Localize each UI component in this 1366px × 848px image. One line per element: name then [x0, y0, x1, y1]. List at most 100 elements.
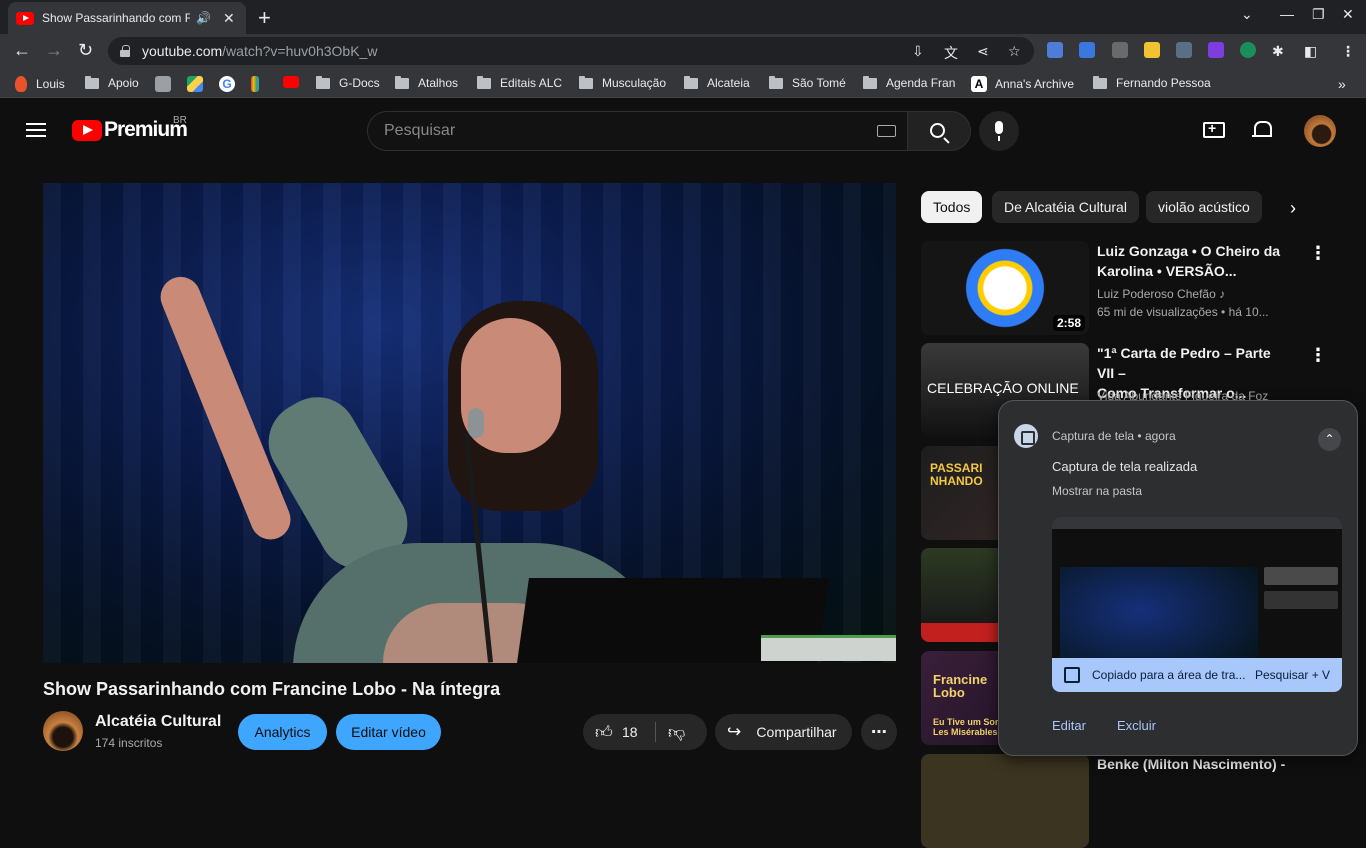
create-video-icon[interactable] [1203, 120, 1225, 138]
address-bar[interactable]: youtube.com/watch?v=huv0h3ObK_w [108, 37, 1034, 65]
close-tab-icon[interactable]: ✕ [223, 10, 235, 27]
preview-rec [1264, 567, 1338, 585]
copied-to-clipboard-banner[interactable]: Copiado para a área de tra... Pesquisar … [1052, 658, 1342, 692]
rec-title-line: Karolina • VERSÃO... [1097, 263, 1237, 279]
show-in-folder-link[interactable]: Mostrar na pasta [1052, 484, 1142, 498]
folder-icon [85, 75, 99, 89]
edit-video-button[interactable]: Editar vídeo [336, 714, 441, 750]
bookmark-sao-tome[interactable]: São Tomé [769, 75, 846, 90]
extension-purple-icon[interactable] [1208, 42, 1224, 58]
channel-avatar[interactable] [43, 711, 83, 751]
voice-search-button[interactable] [979, 111, 1019, 151]
back-button[interactable]: ← [13, 40, 31, 61]
bookmark-app-2[interactable] [251, 76, 259, 92]
minimize-button[interactable]: — [1280, 6, 1294, 22]
rec-channel[interactable]: Luiz Poderoso Chefão ♪ [1097, 287, 1225, 301]
collapse-notification-icon[interactable]: ⌃ [1318, 428, 1341, 451]
bookmark-editais[interactable]: Editais ALC [477, 75, 562, 90]
bookmark-musculacao[interactable]: Musculação [579, 75, 666, 90]
bookmark-atalhos[interactable]: Atalhos [395, 75, 459, 90]
bookmark-annas-archive[interactable]: A Anna's Archive [971, 76, 1074, 92]
google-icon: G [219, 76, 235, 92]
bookmark-google[interactable]: G [219, 76, 235, 92]
side-panel-icon[interactable]: ◧ [1304, 43, 1317, 60]
bookmark-site-icon [155, 76, 171, 92]
share-icon[interactable]: ⋖ [977, 43, 989, 60]
search-button[interactable] [907, 111, 971, 151]
bookmark-louis[interactable]: Louis [15, 76, 65, 92]
music-note-icon: ♪ [1219, 287, 1226, 301]
close-window-button[interactable]: ✕ [1342, 6, 1354, 23]
channel-name[interactable]: Alcatéia Cultural [95, 713, 221, 731]
notification-time: agora [1144, 429, 1176, 443]
video-player[interactable] [43, 183, 896, 663]
chevron-right-icon[interactable]: › [1290, 198, 1296, 219]
bookmark-label: Atalhos [418, 76, 459, 90]
bookmark-drive[interactable] [187, 76, 203, 92]
region-code: BR [173, 115, 187, 126]
rec-title[interactable]: Luiz Gonzaga • O Cheiro da Karolina • VER… [1097, 241, 1287, 281]
tab-search-icon[interactable]: ⌄ [1241, 6, 1253, 23]
bookmark-alcateia[interactable]: Alcateia [684, 75, 750, 90]
bookmark-label: Agenda Fran [886, 76, 956, 90]
bookmark-fernando-pessoa[interactable]: Fernando Pessoa [1093, 75, 1211, 90]
folder-icon [395, 75, 409, 89]
forward-button[interactable]: → [45, 40, 63, 61]
restore-button[interactable]: ❐ [1312, 6, 1325, 23]
rec-channel-name: Luiz Poderoso Chefão [1097, 287, 1216, 301]
rec-menu-icon[interactable]: ⋮ [1309, 243, 1327, 264]
banner-text: Copiado para a área de tra... [1092, 668, 1246, 682]
browser-tab[interactable]: Show Passarinhando com F 🔊 ✕ [8, 2, 246, 34]
extension-screen-icon[interactable] [1047, 42, 1063, 58]
bookmark-apoio[interactable]: Apoio [85, 75, 139, 90]
chip-violao-acustico[interactable]: violão acústico [1146, 191, 1262, 223]
youtube-logo-icon[interactable] [72, 120, 102, 141]
reload-button[interactable]: ↻ [78, 40, 93, 61]
share-arrow-icon: ↪ [727, 722, 742, 741]
browser-menu-icon[interactable]: ⋮ [1341, 43, 1355, 60]
notification-app-line: Captura de tela • agora [1052, 429, 1176, 443]
chip-alcateia-cultural[interactable]: De Alcatéia Cultural [992, 191, 1139, 223]
folder-icon [684, 75, 698, 89]
tab-title: Show Passarinhando com F [42, 11, 190, 25]
microphone [468, 408, 484, 438]
rec-menu-icon[interactable]: ⋮ [1309, 345, 1327, 366]
account-avatar[interactable] [1304, 115, 1336, 147]
more-actions-button[interactable]: ⋯ [861, 714, 897, 750]
notifications-bell-icon[interactable] [1252, 121, 1272, 139]
rec-thumbnail[interactable]: 2:58 [921, 241, 1089, 335]
keyboard-icon[interactable] [877, 125, 896, 137]
new-tab-button[interactable]: + [258, 5, 271, 31]
extension-text-icon[interactable] [1112, 42, 1128, 58]
speaker-icon[interactable]: 🔊 [196, 11, 211, 25]
extension-blue-icon[interactable] [1079, 42, 1095, 58]
bookmark-star-icon[interactable]: ☆ [1008, 43, 1021, 60]
search-input[interactable]: Pesquisar [367, 111, 908, 151]
lock-icon[interactable] [120, 45, 130, 57]
bookmark-app-1[interactable] [155, 76, 171, 92]
analytics-button[interactable]: Analytics [238, 714, 327, 750]
bookmark-gdocs[interactable]: G-Docs [316, 75, 380, 90]
youtube-favicon-icon [16, 11, 34, 25]
bookmark-agenda-fran[interactable]: Agenda Fran [863, 75, 956, 90]
chip-todos[interactable]: Todos [921, 191, 983, 223]
extension-green-icon[interactable] [1240, 42, 1256, 58]
delete-screenshot-button[interactable]: Excluir [1117, 718, 1156, 733]
menu-icon[interactable] [26, 123, 46, 137]
bookmark-youtube[interactable] [283, 76, 299, 88]
extensions-puzzle-icon[interactable]: ✱ [1272, 43, 1284, 60]
edit-screenshot-button[interactable]: Editar [1052, 718, 1086, 733]
translate-icon[interactable]: 文 [944, 43, 958, 63]
clipboard-icon [1064, 667, 1080, 683]
banner-shortcut[interactable]: Pesquisar + V [1255, 668, 1330, 682]
thumb-text: CELEBRAÇÃO ONLINE [927, 380, 1079, 396]
dislike-icon[interactable]: 👎︎ [668, 722, 685, 743]
rec-thumbnail[interactable] [921, 754, 1089, 848]
rec-title[interactable]: Benke (Milton Nascimento) - [1097, 754, 1287, 774]
bookmarks-overflow-icon[interactable]: » [1338, 76, 1346, 92]
extension-download-icon[interactable] [1176, 42, 1192, 58]
like-icon[interactable]: 👍︎ [595, 722, 613, 743]
install-icon[interactable]: ⇩ [912, 43, 924, 60]
like-count[interactable]: 18 [622, 724, 638, 740]
extension-yellow-icon[interactable] [1144, 42, 1160, 58]
